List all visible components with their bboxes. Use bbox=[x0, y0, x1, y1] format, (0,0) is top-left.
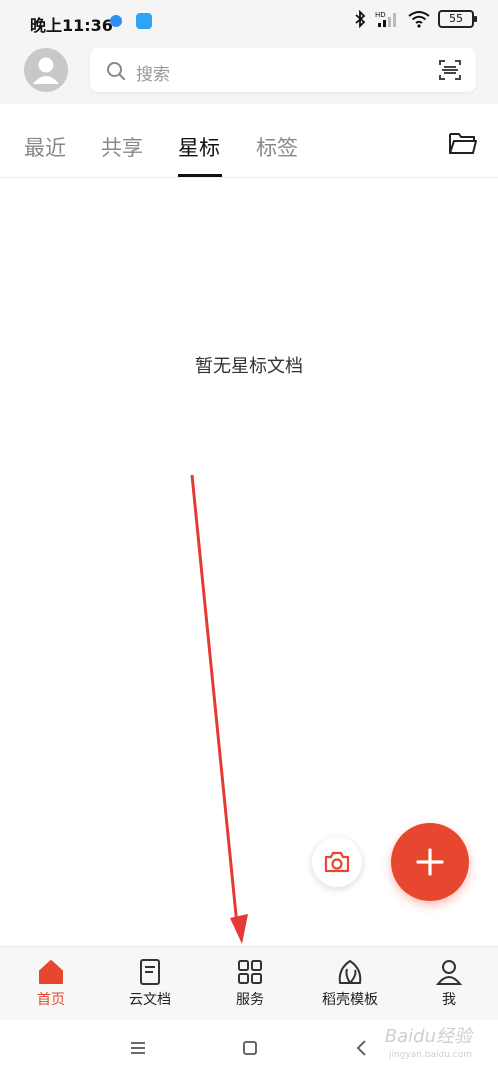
back-icon[interactable] bbox=[356, 1040, 368, 1060]
nav-label-me: 我 bbox=[442, 992, 456, 1008]
status-icons: HD 55 bbox=[354, 10, 477, 28]
system-nav-bar: Baidu经验 jingyan.baidu.com bbox=[0, 1020, 498, 1080]
tab-shared[interactable]: 共享 bbox=[101, 132, 143, 162]
bluetooth-icon bbox=[354, 10, 366, 28]
grid-icon bbox=[238, 960, 262, 984]
empty-state-message: 暂无星标文档 bbox=[195, 356, 303, 377]
plus-icon bbox=[416, 848, 444, 876]
nav-item-cloud-docs[interactable]: 云文档 bbox=[105, 957, 195, 1009]
watermark-logo: Baidu经验 jingyan.baidu.com bbox=[385, 1028, 472, 1064]
header: 搜索 bbox=[0, 44, 498, 104]
bottom-nav: 首页 云文档 服务 稻壳模板 我 bbox=[0, 946, 498, 1020]
cloud-doc-icon bbox=[140, 959, 160, 985]
camera-icon bbox=[324, 851, 350, 873]
watermark-text: Baidu经验 bbox=[384, 1026, 472, 1047]
wifi-icon bbox=[408, 10, 430, 28]
add-button[interactable] bbox=[391, 823, 469, 901]
tab-active-indicator bbox=[178, 174, 222, 177]
search-placeholder: 搜索 bbox=[136, 65, 170, 85]
leaf-icon bbox=[338, 960, 362, 984]
status-bar: 晚上11:36 HD 55 bbox=[0, 0, 498, 44]
nav-item-me[interactable]: 我 bbox=[404, 957, 494, 1009]
folder-icon[interactable] bbox=[448, 130, 478, 160]
search-input[interactable]: 搜索 bbox=[90, 48, 476, 92]
app-notification-icon bbox=[136, 13, 152, 29]
tab-bar: 最近 共享 星标 标签 bbox=[0, 104, 498, 178]
avatar[interactable] bbox=[24, 48, 68, 92]
home-square-icon[interactable] bbox=[243, 1040, 257, 1059]
default-avatar-icon bbox=[33, 57, 59, 84]
signal-icon: HD bbox=[374, 10, 400, 28]
status-time: 晚上11:36 bbox=[30, 16, 113, 35]
nav-label-home: 首页 bbox=[37, 992, 65, 1008]
nav-label-templates: 稻壳模板 bbox=[322, 992, 378, 1008]
nav-item-templates[interactable]: 稻壳模板 bbox=[305, 957, 395, 1009]
tab-tags[interactable]: 标签 bbox=[256, 132, 298, 162]
home-icon bbox=[39, 960, 63, 984]
camera-button[interactable] bbox=[312, 837, 362, 887]
scan-icon[interactable] bbox=[438, 58, 462, 86]
tab-starred[interactable]: 星标 bbox=[178, 132, 220, 162]
nav-item-services[interactable]: 服务 bbox=[205, 957, 295, 1009]
notification-icon bbox=[110, 15, 122, 27]
search-icon bbox=[106, 61, 126, 85]
person-icon bbox=[435, 960, 463, 985]
nav-label-cloud-docs: 云文档 bbox=[129, 992, 171, 1008]
watermark-url: jingyan.baidu.com bbox=[388, 1050, 472, 1060]
menu-icon[interactable] bbox=[130, 1040, 146, 1059]
nav-item-home[interactable]: 首页 bbox=[6, 957, 96, 1009]
battery-indicator: 55 bbox=[438, 10, 477, 28]
nav-label-services: 服务 bbox=[236, 992, 264, 1008]
tab-recent[interactable]: 最近 bbox=[24, 132, 66, 162]
svg-text:HD: HD bbox=[375, 11, 386, 19]
